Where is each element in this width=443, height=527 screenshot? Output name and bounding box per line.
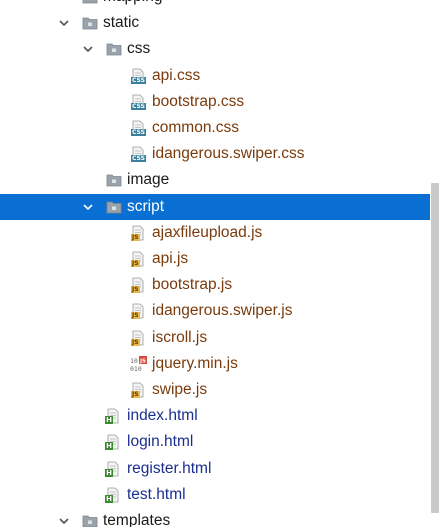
tree-row-bootstrap-js[interactable]: JS bootstrap.js: [0, 272, 430, 298]
vertical-scrollbar[interactable]: [430, 0, 443, 527]
js-file-icon: JS: [130, 382, 147, 398]
tree-item-label: static: [103, 14, 140, 32]
html-file-icon: H: [105, 434, 122, 451]
tree-row-jquery-min-js[interactable]: 10 010 JS jquery.min.js: [0, 351, 430, 377]
tree-item-label: templates: [103, 512, 171, 527]
tree-row-swipe-js[interactable]: JS swipe.js: [0, 377, 430, 403]
project-file-tree: mapping static css CSS api.css CSS bootstrap.c…: [0, 0, 443, 527]
html-file-icon: H: [105, 461, 122, 477]
tree-item-label: jquery.min.js: [152, 354, 238, 372]
chevron-down-icon[interactable]: [58, 515, 70, 527]
tree-row-ajaxfileupload-js[interactable]: JS ajaxfileupload.js: [0, 220, 430, 246]
tree-row-idangerous-swiper-js[interactable]: JS idangerous.swiper.js: [0, 298, 430, 324]
js-file-icon: JS: [130, 277, 147, 294]
tree-row-image[interactable]: image: [0, 167, 430, 193]
tree-item-label: ajaxfileupload.js: [152, 223, 263, 241]
tree-item-label: iscroll.js: [152, 328, 208, 346]
js-file-icon: JS: [130, 251, 147, 267]
chevron-down-icon[interactable]: [58, 0, 70, 3]
tree-row-script[interactable]: script: [0, 193, 430, 220]
tree-item-label: mapping: [103, 0, 162, 10]
tree-item-label: login.html: [127, 433, 194, 451]
tree-item-label: register.html: [127, 459, 212, 477]
svg-text:10: 10: [130, 357, 138, 365]
js-file-icon: JS: [130, 303, 147, 320]
tree-item-label: idangerous.swiper.css: [152, 145, 305, 163]
css-file-icon: CSS: [130, 120, 147, 136]
tree-item-label: script: [127, 197, 165, 215]
tree-row-templates[interactable]: templates: [0, 508, 430, 527]
tree-row-common-css[interactable]: CSS common.css: [0, 115, 430, 141]
tree-item-label: image: [127, 171, 170, 189]
js-file-icon: JS: [130, 330, 147, 346]
svg-text:JS: JS: [139, 358, 146, 364]
chevron-down-icon[interactable]: [82, 43, 94, 55]
tree-row-register-html[interactable]: Hregister.html: [0, 456, 430, 482]
minified-js-file-icon: 10 010 JS: [130, 355, 147, 372]
svg-text:010: 010: [130, 365, 142, 372]
tree-row-test-html[interactable]: Htest.html: [0, 482, 430, 508]
tree-item-label: bootstrap.js: [152, 276, 233, 294]
tree-row-static[interactable]: static: [0, 10, 430, 36]
html-file-icon: H: [105, 408, 122, 425]
tree-row-bootstrap-css[interactable]: CSS bootstrap.css: [0, 89, 430, 115]
tree-item-label: swipe.js: [152, 381, 208, 398]
folder-icon: [105, 172, 122, 188]
tree-item-label: index.html: [127, 407, 198, 425]
tree-row-api-js[interactable]: JS api.js: [0, 246, 430, 272]
chevron-down-icon[interactable]: [58, 17, 70, 29]
js-file-icon: JS: [130, 225, 147, 241]
tree-item-label: idangerous.swiper.js: [152, 302, 293, 320]
tree-row-api-css[interactable]: CSS api.css: [0, 63, 430, 89]
tree-item-label: test.html: [127, 485, 186, 503]
folder-icon: [105, 199, 122, 215]
tree-item-label: api.css: [152, 66, 201, 84]
folder-icon: [81, 15, 98, 31]
tree-item-label: css: [127, 40, 151, 58]
css-file-icon: CSS: [130, 94, 147, 110]
css-file-icon: CSS: [130, 68, 147, 84]
tree-row-mapping[interactable]: mapping: [0, 0, 430, 10]
tree-row-idangerous-swiper-css[interactable]: CSS idangerous.swiper.css: [0, 141, 430, 167]
tree-item-label: common.css: [152, 119, 239, 136]
folder-icon: [81, 0, 98, 5]
folder-icon: [105, 41, 122, 57]
tree-row-login-html[interactable]: Hlogin.html: [0, 429, 430, 455]
tree-item-label: api.js: [152, 250, 189, 267]
scrollbar-thumb[interactable]: [431, 183, 439, 513]
tree-row-iscroll-js[interactable]: JS iscroll.js: [0, 325, 430, 351]
css-file-icon: CSS: [130, 146, 147, 163]
folder-icon: [81, 513, 98, 527]
tree-row-index-html[interactable]: Hindex.html: [0, 403, 430, 429]
chevron-down-icon[interactable]: [82, 201, 94, 213]
html-file-icon: H: [105, 487, 122, 503]
tree-row-css[interactable]: css: [0, 36, 430, 62]
tree-item-label: bootstrap.css: [152, 92, 245, 110]
